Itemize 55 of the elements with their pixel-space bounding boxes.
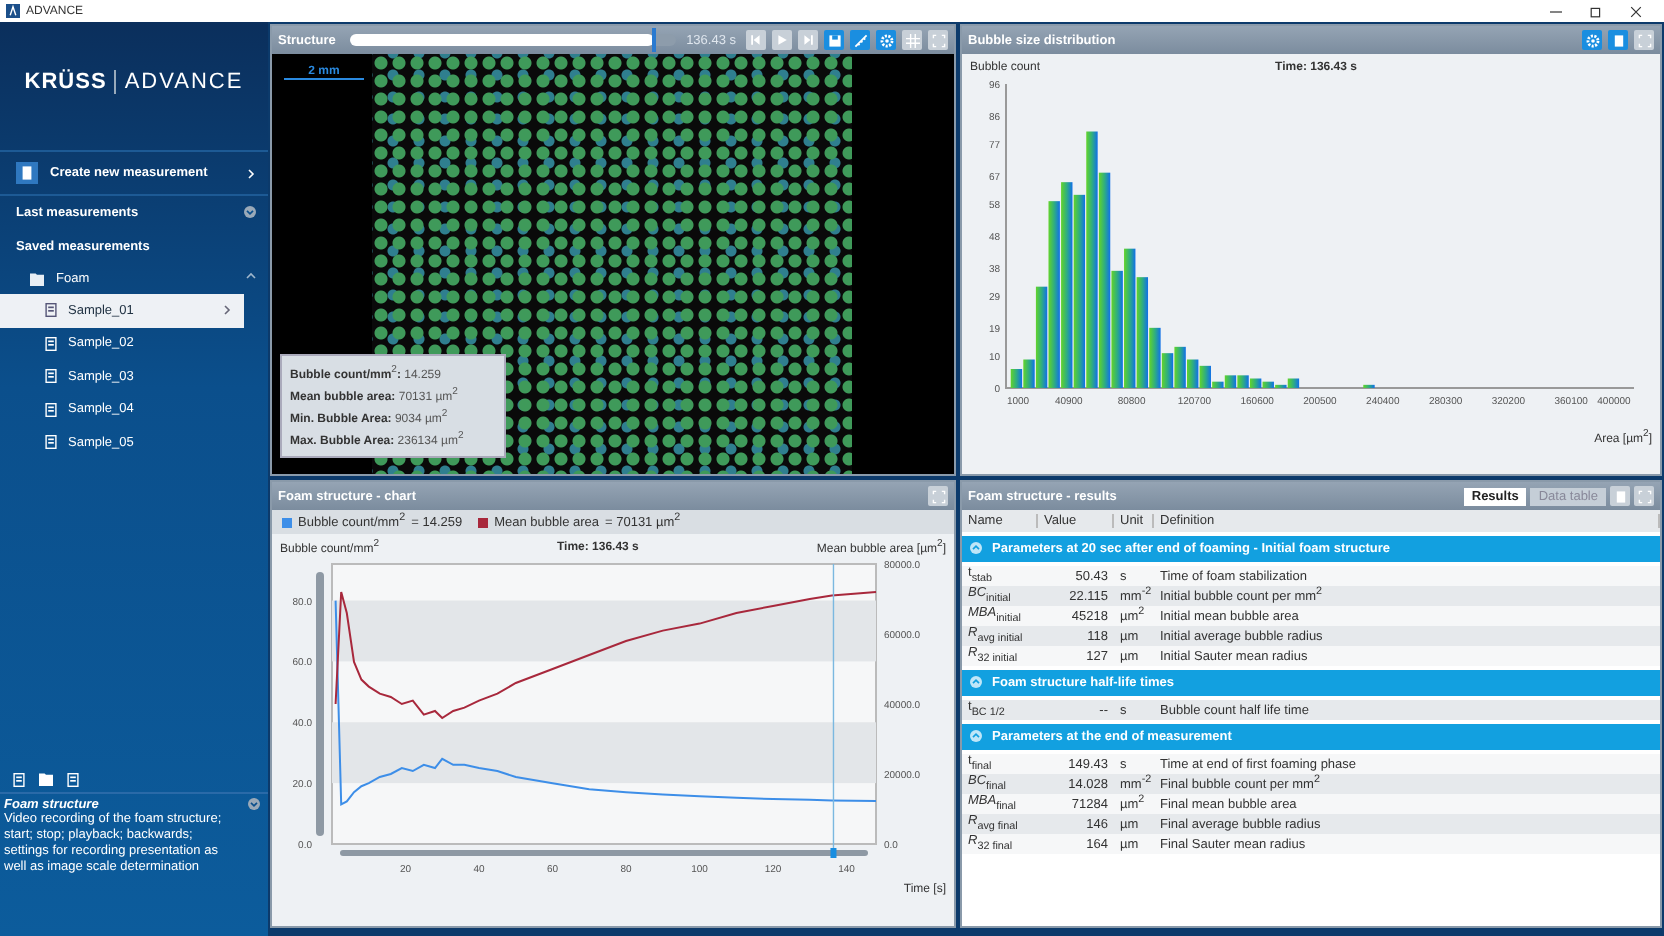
fullscreen-button[interactable] (928, 30, 948, 50)
settings-button[interactable] (876, 30, 896, 50)
chevron-right-icon (222, 304, 232, 317)
fullscreen-icon (931, 33, 945, 47)
step-back-button[interactable] (746, 30, 766, 50)
new-document-icon (16, 162, 38, 184)
horizontal-scrollbar[interactable] (340, 850, 868, 856)
step-forward-button[interactable] (798, 30, 818, 50)
document-icon (1611, 33, 1625, 47)
settings-icon (1585, 33, 1599, 47)
report-icon (66, 772, 80, 788)
logo-product: ADVANCE (114, 70, 244, 94)
fullscreen-button[interactable] (1634, 486, 1654, 506)
minimize-icon (1550, 5, 1562, 17)
step-back-icon (750, 34, 762, 46)
document-icon (1613, 489, 1627, 503)
fullscreen-icon (931, 489, 945, 503)
close-icon (1630, 5, 1642, 17)
sample-icon (44, 368, 58, 385)
play-button[interactable] (772, 30, 792, 50)
sample-icon (44, 302, 58, 319)
step-forward-icon (802, 34, 814, 46)
save-icon (827, 33, 841, 47)
collapse-icon (970, 729, 982, 741)
save-button[interactable] (824, 30, 844, 50)
grid-button[interactable] (902, 30, 922, 50)
restore-icon (1590, 5, 1602, 17)
export-button[interactable] (1608, 30, 1628, 50)
scale-button[interactable] (850, 30, 870, 50)
grid-icon (905, 33, 919, 47)
sample-icon (44, 401, 58, 418)
logo-brand: KRÜSS (24, 70, 107, 94)
slider-thumb[interactable] (651, 28, 656, 52)
fullscreen-button[interactable] (928, 486, 948, 506)
collapse-icon (246, 270, 256, 282)
sample-icon (44, 434, 58, 451)
settings-button[interactable] (1582, 30, 1602, 50)
settings-icon (879, 33, 893, 47)
fullscreen-icon (1637, 33, 1651, 47)
collapse-icon (970, 675, 982, 687)
folder-icon (28, 271, 46, 285)
ruler-icon (853, 33, 867, 47)
time-cursor[interactable] (830, 563, 837, 858)
folder-icon (38, 772, 54, 786)
document-icon (12, 772, 26, 788)
play-icon (776, 34, 788, 46)
collapse-icon (970, 541, 982, 553)
sample-icon (44, 335, 58, 352)
fullscreen-button[interactable] (1634, 30, 1654, 50)
export-button[interactable] (1610, 486, 1630, 506)
expand-icon (244, 205, 256, 217)
chevron-right-icon (246, 167, 256, 179)
fullscreen-icon (1637, 489, 1651, 503)
vertical-scrollbar[interactable] (316, 572, 324, 836)
collapse-icon (248, 798, 260, 810)
